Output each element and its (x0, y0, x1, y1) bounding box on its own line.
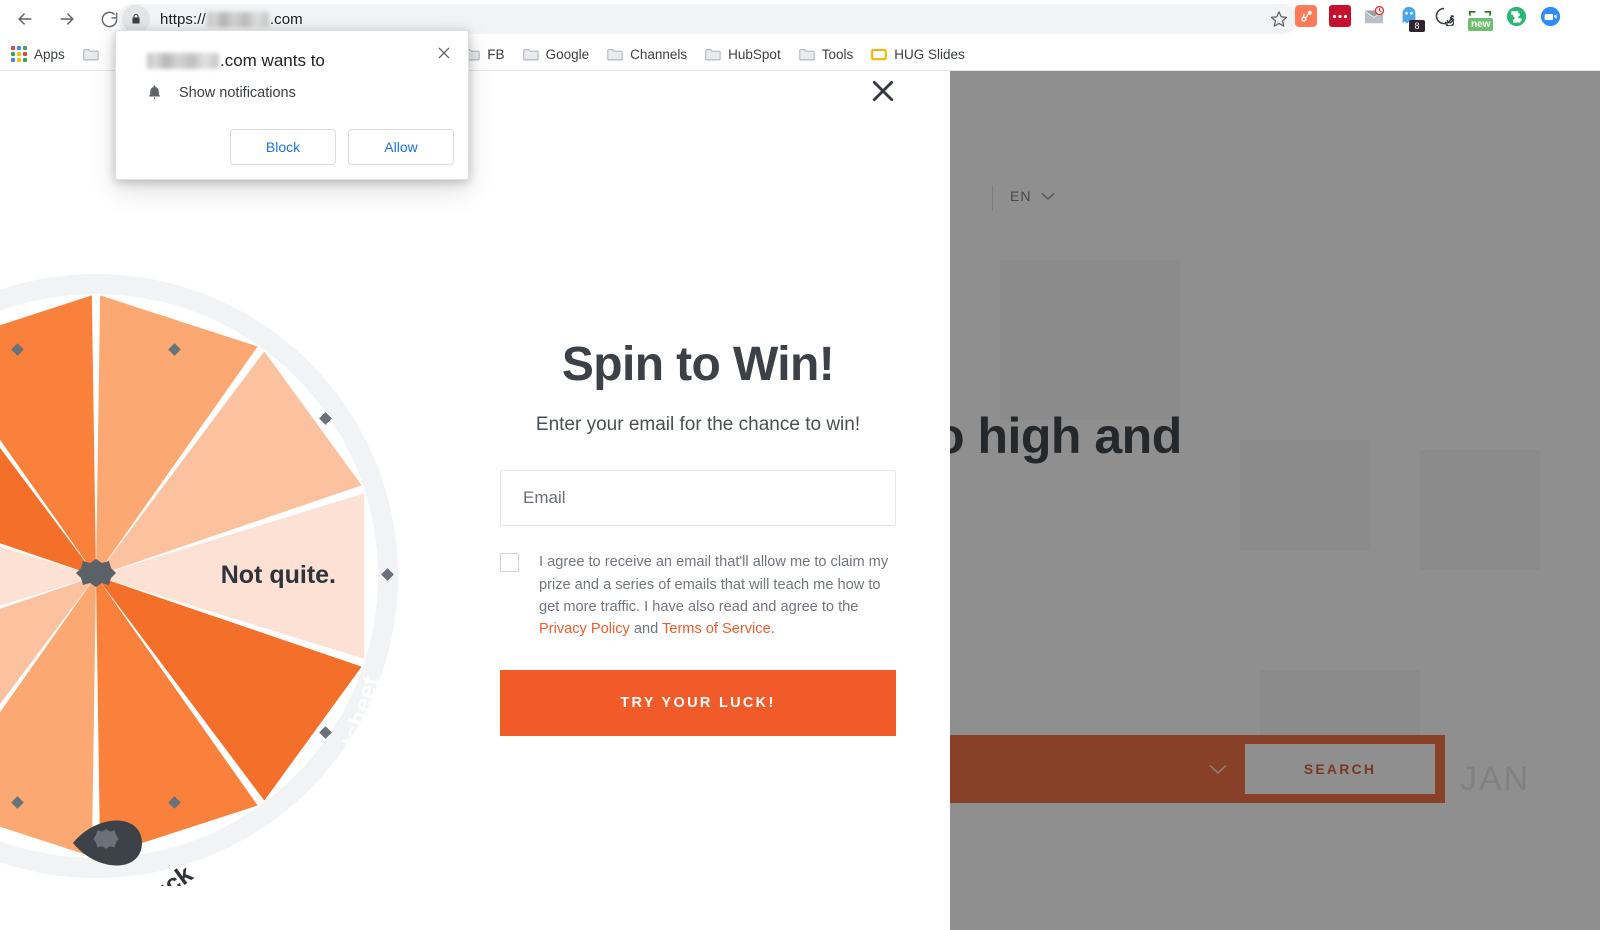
privacy-policy-link[interactable]: Privacy Policy (539, 621, 630, 637)
zoom-extension-icon[interactable] (1539, 5, 1561, 27)
new-badge-extension-icon[interactable]: new (1467, 4, 1494, 31)
bookmark-label-6: Tools (821, 46, 854, 62)
forward-arrow-icon[interactable] (50, 2, 84, 36)
url-tld: .com (269, 10, 303, 28)
consent-and: and (629, 620, 663, 637)
ghost-extension-badge: 8 (1409, 20, 1425, 32)
bookmark-label-3: Google (545, 46, 590, 62)
bell-icon (149, 85, 160, 100)
bookmark-google[interactable]: Google (514, 41, 599, 67)
folder-icon (522, 48, 539, 60)
wheel-label-2: So close! (403, 554, 404, 668)
redacted-domain (206, 11, 269, 27)
permission-item: Show notifications (146, 83, 296, 102)
allow-button[interactable]: Allow (348, 129, 454, 165)
block-button[interactable]: Block (230, 129, 336, 165)
apps-shortcut[interactable]: Apps (0, 41, 74, 67)
mail-timer-extension-icon[interactable] (1363, 5, 1385, 27)
bookmark-folder-0[interactable] (74, 41, 115, 67)
spin-title: Spin to Win! (561, 338, 835, 391)
consent-body: I agree to receive an email that'll allo… (539, 554, 889, 615)
url-text: https:// .com (160, 11, 303, 28)
spin-to-win-modal: Not quite. SEO Call With My Team So clos… (0, 70, 950, 930)
back-arrow-icon[interactable] (8, 2, 42, 36)
prize-wheel-svg: Not quite. SEO Call With My Team So clos… (0, 266, 404, 886)
permission-title: .com wants to (146, 51, 325, 71)
browser-window: https:// .com 8 new Apps FB Google Channe… (0, 0, 1600, 930)
spiral-extension-icon[interactable] (1433, 5, 1455, 27)
folder-icon (799, 48, 815, 60)
email-input[interactable] (500, 470, 896, 527)
redacted-domain (147, 53, 219, 69)
puzzle-extension-icon[interactable] (1505, 5, 1527, 27)
folder-icon (705, 48, 721, 60)
apps-grid-icon (11, 46, 27, 62)
modal-backdrop[interactable] (950, 70, 1600, 930)
consent-row: I agree to receive an email that'll allo… (500, 551, 896, 640)
try-your-luck-button[interactable]: TRY YOUR LUCK! (500, 670, 896, 737)
folder-icon (83, 48, 99, 60)
bookmark-hubspot[interactable]: HubSpot (696, 41, 790, 67)
terms-of-service-link[interactable]: Terms of Service (662, 621, 771, 637)
extensions-area: 8 new (1295, 4, 1561, 32)
bookmark-channels[interactable]: Channels (598, 41, 696, 67)
hubspot-extension-icon[interactable] (1295, 5, 1317, 27)
consent-text: I agree to receive an email that'll allo… (539, 551, 896, 640)
bookmark-label-5: HubSpot (728, 46, 781, 62)
spin-modal-panel: Spin to Win! Enter your email for the ch… (500, 338, 896, 737)
bookmark-tools[interactable]: Tools (790, 41, 863, 67)
permission-title-text: .com wants to (220, 51, 325, 70)
wheel-label-0: Not quite. (221, 561, 336, 589)
bookmark-label-7: HUG Slides (894, 46, 965, 62)
permission-actions: Block Allow (230, 129, 454, 165)
bookmark-hug-slides[interactable]: HUG Slides (862, 41, 974, 67)
lock-icon (122, 5, 150, 33)
star-icon[interactable] (1270, 10, 1288, 33)
red-dots-extension-icon[interactable] (1329, 5, 1351, 27)
permission-close-icon[interactable] (430, 39, 458, 67)
apps-label: Apps (34, 46, 65, 62)
bookmark-label-4: Channels (630, 46, 688, 62)
ghost-extension-icon[interactable]: 8 (1397, 4, 1425, 32)
new-badge-label: new (1468, 18, 1494, 31)
yellow-folder-icon (871, 48, 887, 60)
modal-close-icon[interactable] (866, 74, 900, 108)
prize-wheel[interactable]: Not quite. SEO Call With My Team So clos… (0, 266, 404, 886)
notification-permission-dialog: .com wants to Show notifications Block A… (115, 30, 469, 180)
spin-subtitle: Enter your email for the chance to win! (535, 414, 861, 436)
url-scheme: https:// (160, 10, 206, 28)
consent-period: . (770, 620, 775, 637)
bookmark-label-2: FB (487, 46, 505, 62)
permission-label: Show notifications (179, 84, 296, 101)
wheel-pointer-icon (73, 820, 142, 866)
folder-icon (607, 48, 623, 60)
consent-checkbox[interactable] (500, 553, 519, 573)
